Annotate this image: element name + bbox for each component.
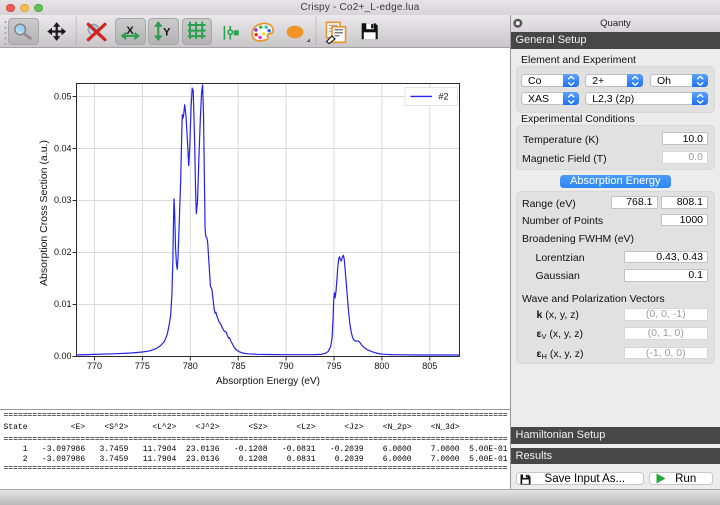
svg-text:0.03: 0.03 <box>54 195 72 205</box>
svg-text:0.02: 0.02 <box>54 247 72 257</box>
svg-text:790: 790 <box>279 361 294 371</box>
svg-text:Y: Y <box>163 26 171 38</box>
svg-text:805: 805 <box>422 361 437 371</box>
svg-text:0.01: 0.01 <box>54 299 72 309</box>
svg-text:0.04: 0.04 <box>54 143 72 153</box>
svg-text:Absorption Cross Section (a.u.: Absorption Cross Section (a.u.) <box>38 140 50 286</box>
svg-text:Absorption Energy (eV): Absorption Energy (eV) <box>216 376 320 387</box>
svg-text:795: 795 <box>326 361 341 371</box>
svg-text:770: 770 <box>87 361 102 371</box>
svg-text:#2: #2 <box>439 92 449 102</box>
svg-text:0.05: 0.05 <box>54 91 72 101</box>
svg-text:785: 785 <box>231 361 246 371</box>
svg-text:0.00: 0.00 <box>54 351 72 361</box>
svg-text:780: 780 <box>183 361 198 371</box>
svg-text:775: 775 <box>135 361 150 371</box>
svg-text:800: 800 <box>374 361 389 371</box>
